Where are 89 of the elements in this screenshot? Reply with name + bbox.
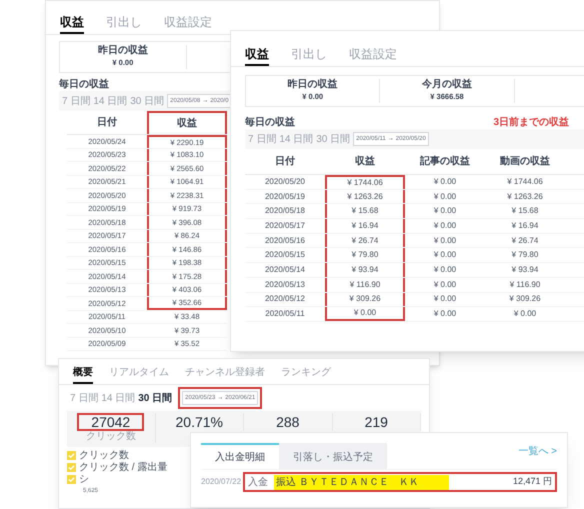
table-cell-text: ¥ 116.90	[508, 278, 542, 291]
tab[interactable]: 収益設定	[164, 16, 212, 34]
table-cell-text: 2020/05/15	[264, 249, 306, 262]
period-button[interactable]: 7 日間	[62, 94, 90, 108]
stat-value: 219	[364, 413, 389, 431]
table-cell: ¥ 1263.26	[325, 190, 405, 204]
table-cell: ¥ 0.00	[325, 307, 405, 321]
column-header: 収益	[355, 154, 375, 169]
period-button[interactable]: 30 日間	[138, 390, 172, 406]
tab[interactable]: 収益	[60, 16, 84, 34]
period-button[interactable]: 30 日間	[130, 94, 164, 108]
table-cell-text: 2020/05/14	[264, 264, 306, 276]
column-header: 動画の収益	[500, 154, 550, 169]
summary-label: 昨日の収益	[288, 79, 338, 92]
stat-value: 27042	[77, 413, 144, 431]
table-cell-text: ¥ 0.00	[432, 264, 458, 276]
legend-label: クリック数	[79, 450, 129, 461]
transaction-row[interactable]: 入金 振込 ＢＹＴＥＤＡＮＣＥ ＫＫ 12,471 円	[243, 472, 557, 492]
table-cell: ¥ 116.90	[325, 278, 405, 292]
legend-label: クリック数 / 露出量	[79, 462, 168, 473]
table-cell-text: ¥ 0.00	[432, 220, 458, 232]
table-cell: ¥ 1744.06	[325, 175, 405, 189]
table-cell-text: ¥ 1263.26	[506, 190, 544, 203]
legend-label: シ	[79, 474, 89, 485]
checkbox[interactable]	[67, 475, 76, 484]
table-cell-text: ¥ 15.68	[510, 205, 540, 218]
checkbox[interactable]	[67, 451, 76, 460]
table-cell: ¥ 93.94	[325, 263, 405, 277]
table-cell-text: 2020/05/17	[264, 220, 306, 232]
table-cell-text: 2020/05/19	[264, 190, 306, 203]
column-header: 日付	[275, 154, 295, 169]
column-header: 日付	[97, 116, 117, 130]
table-cell: ¥ 309.26	[325, 292, 405, 306]
table-cell-text: ¥ 79.80	[510, 249, 540, 262]
period-button[interactable]: 14 日間	[279, 132, 314, 146]
tab[interactable]: 引落し・振込予定	[279, 443, 387, 469]
table-cell-text: ¥ 0.00	[432, 205, 458, 218]
table-cell-text: 2020/05/12	[264, 293, 306, 306]
notice-text: 3日前までの収益	[493, 117, 569, 129]
table-cell-text: ¥ 0.00	[432, 278, 458, 291]
table-cell: ¥ 79.80	[325, 248, 405, 262]
table-cell-text: ¥ 0.00	[432, 176, 458, 188]
section-title: 毎日の収益	[59, 79, 109, 91]
table-cell-text: ¥ 26.74	[510, 234, 540, 247]
tab[interactable]: 引出し	[106, 16, 142, 34]
stat-label: クリック数	[86, 431, 136, 443]
table-cell-text: ¥ 0.00	[432, 234, 458, 247]
table-cell-text: ¥ 1744.06	[506, 176, 544, 188]
tab[interactable]: 収益	[245, 48, 269, 66]
tab[interactable]: 収益設定	[349, 48, 397, 66]
table-cell-text: ¥ 0.00	[432, 308, 458, 320]
tab[interactable]: 引出し	[291, 48, 327, 66]
stat-value: 20.71%	[174, 413, 224, 431]
list-link[interactable]: 一覧へ >	[518, 444, 557, 459]
column-header: 記事の収益	[420, 154, 470, 169]
table-cell-text: ¥ 0.00	[432, 249, 458, 262]
checkbox[interactable]	[67, 463, 76, 472]
table-cell-text: ¥ 16.94	[510, 220, 540, 232]
table-cell-text: 2020/05/20	[264, 176, 306, 188]
transaction-amount: 12,471 円	[512, 475, 552, 488]
tab[interactable]: チャンネル登録者	[185, 368, 265, 384]
period-button[interactable]: 30 日間	[316, 132, 350, 146]
table-cell-text: 2020/05/13	[264, 278, 306, 291]
tab[interactable]: ランキング	[281, 368, 331, 384]
tab[interactable]: 概要	[73, 368, 93, 384]
table-cell-text: ¥ 0.00	[512, 308, 538, 320]
table-cell: ¥ 15.68	[325, 204, 405, 218]
period-button[interactable]: 7 日間	[248, 132, 276, 146]
table-cell-text: 2020/05/18	[264, 205, 306, 218]
stat-value: 288	[275, 413, 300, 431]
period-button[interactable]: 14 日間	[101, 390, 136, 406]
table-cell-text: ¥ 93.94	[510, 264, 540, 276]
table-cell-text: ¥ 0.00	[432, 190, 458, 203]
summary-label: 今月の収益	[422, 79, 472, 92]
table-cell-text: 2020/05/16	[264, 234, 306, 247]
table-cell: ¥ 16.94	[325, 219, 405, 233]
column-header: 収益	[177, 116, 197, 131]
transaction-type: 入金	[248, 476, 268, 490]
table-cell-text: ¥ 309.26	[508, 293, 542, 306]
tab[interactable]: リアルタイム	[109, 368, 169, 384]
period-button[interactable]: 14 日間	[93, 94, 128, 108]
transaction-description: 振込 ＢＹＴＥＤＡＮＣＥ ＫＫ	[274, 474, 449, 490]
table-cell-text: ¥ 0.00	[432, 293, 458, 306]
section-title: 毎日の収益	[245, 117, 295, 129]
summary-label: 昨日の収益	[98, 45, 148, 58]
table-cell: ¥ 26.74	[325, 234, 405, 248]
period-button[interactable]: 7 日間	[70, 390, 98, 406]
transaction-date: 2020/07/22	[201, 476, 242, 488]
table-cell-text: 2020/05/11	[264, 308, 306, 320]
